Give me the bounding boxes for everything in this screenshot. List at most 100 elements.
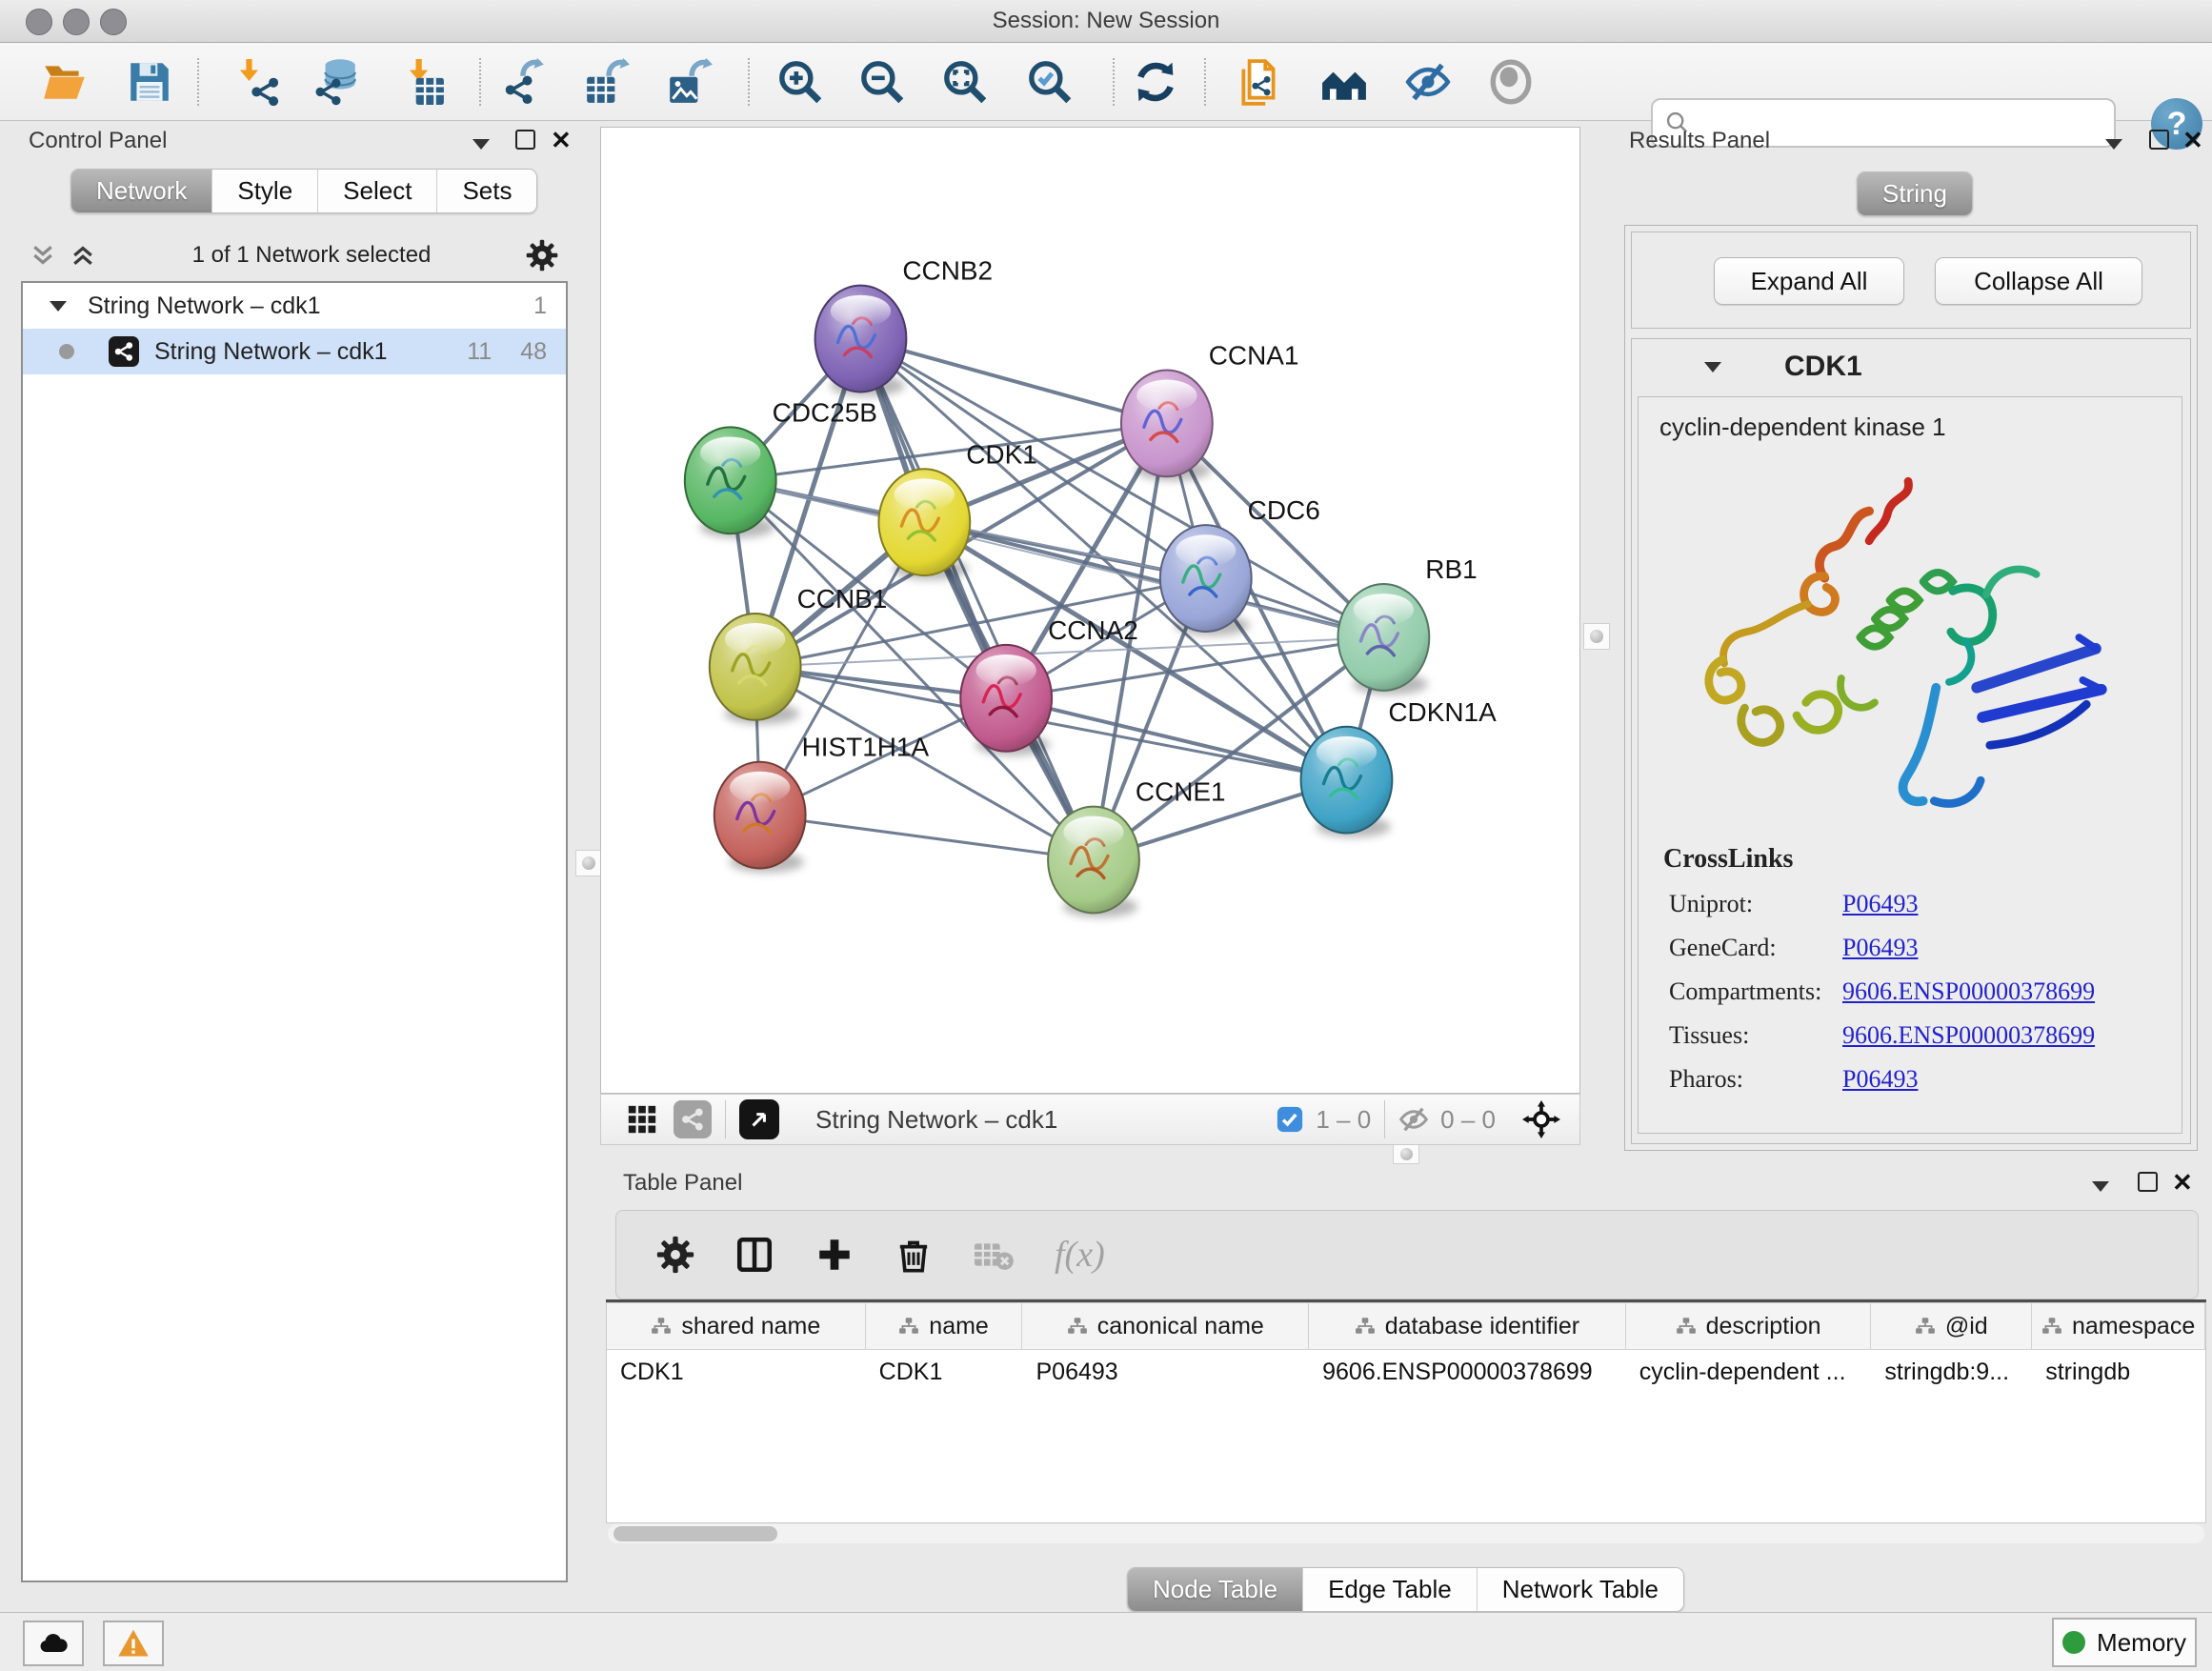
export-network-button[interactable] (498, 56, 552, 108)
function-builder-button[interactable]: f(x) (1055, 1234, 1105, 1276)
home-button[interactable] (1317, 56, 1371, 108)
crosslink-link[interactable]: P06493 (1842, 890, 1918, 918)
network-node-cdc6[interactable] (1160, 525, 1252, 635)
panel-menu-icon[interactable] (2105, 137, 2122, 154)
warning-button[interactable] (103, 1621, 164, 1666)
import-network-file-button[interactable] (231, 56, 284, 108)
tab-style[interactable]: Style (211, 170, 317, 212)
table-cell[interactable]: CDK1 (866, 1359, 1023, 1386)
network-graph[interactable]: CCNB2CCNA1CDC25BCDK1CDC6RB1CCNB1CCNA2CDK… (601, 128, 1579, 1093)
float-panel-icon[interactable] (2138, 1172, 2158, 1197)
column-header-namespace[interactable]: namespace (2032, 1303, 2205, 1349)
network-edge[interactable] (1006, 698, 1346, 780)
column-header-description[interactable]: description (1626, 1303, 1872, 1349)
open-session-button[interactable] (38, 56, 91, 108)
crosslink-link[interactable]: P06493 (1842, 1065, 1918, 1094)
network-node-cdk1[interactable] (878, 469, 970, 579)
network-node-ccne1[interactable] (1048, 807, 1139, 917)
network-node-ccnb1[interactable] (710, 614, 801, 724)
panel-menu-icon[interactable] (2092, 1179, 2109, 1197)
update-network-button[interactable] (1129, 56, 1182, 108)
selected-checkbox-icon[interactable] (1276, 1105, 1304, 1134)
bottom-splitter-handle[interactable] (1393, 1143, 1419, 1164)
table-cell[interactable]: CDK1 (607, 1359, 866, 1386)
column-header--id[interactable]: @id (1871, 1303, 2032, 1349)
collapse-all-button[interactable]: Collapse All (1935, 257, 2142, 305)
import-network-database-button[interactable] (311, 56, 364, 108)
tab-node-table[interactable]: Node Table (1128, 1568, 1302, 1611)
delete-column-icon[interactable] (895, 1236, 933, 1274)
tab-sets[interactable]: Sets (436, 170, 536, 212)
column-header-canonical-name[interactable]: canonical name (1022, 1303, 1309, 1349)
crosslink-link[interactable]: P06493 (1842, 934, 1918, 962)
table-row[interactable]: CDK1CDK1P064939606.ENSP00000378699cyclin… (607, 1350, 2205, 1394)
hidden-eye-icon[interactable] (1398, 1104, 1429, 1135)
close-panel-icon[interactable]: ✕ (551, 126, 572, 155)
show-all-button[interactable] (1484, 56, 1538, 108)
tab-network-table[interactable]: Network Table (1477, 1568, 1683, 1611)
gear-icon[interactable] (526, 239, 558, 272)
network-node-hist1h1a[interactable] (714, 762, 806, 873)
collection-expander-icon[interactable] (50, 301, 67, 312)
left-splitter-handle[interactable] (575, 850, 602, 876)
zoom-selected-button[interactable] (1023, 56, 1076, 108)
hide-selection-button[interactable] (1401, 56, 1455, 108)
tab-string[interactable]: String (1858, 172, 1972, 215)
table-cell[interactable]: stringdb:9... (1871, 1359, 2032, 1386)
column-header-database-identifier[interactable]: database identifier (1309, 1303, 1626, 1349)
network-node-ccnb2[interactable] (815, 286, 907, 396)
column-header-shared-name[interactable]: shared name (607, 1303, 866, 1349)
export-table-button[interactable] (580, 56, 633, 108)
show-columns-icon[interactable] (734, 1235, 774, 1275)
column-header-name[interactable]: name (866, 1303, 1023, 1349)
table-cell[interactable]: cyclin-dependent ... (1626, 1359, 1872, 1386)
table-cell[interactable]: stringdb (2032, 1359, 2205, 1386)
grid-view-icon[interactable] (626, 1103, 658, 1136)
network-row-selected[interactable]: String Network – cdk1 11 48 (23, 329, 566, 374)
tab-network[interactable]: Network (71, 170, 211, 212)
entry-expander-icon[interactable] (1704, 362, 1721, 372)
float-panel-icon[interactable] (515, 130, 535, 154)
network-node-cdc25b[interactable] (685, 427, 776, 537)
right-splitter-handle[interactable] (1583, 623, 1610, 650)
save-session-button[interactable] (123, 56, 176, 108)
expand-all-icon[interactable] (69, 241, 97, 270)
network-from-file-button[interactable] (1233, 56, 1286, 108)
close-panel-icon[interactable]: ✕ (2182, 126, 2203, 155)
add-column-icon[interactable] (814, 1235, 855, 1275)
birdseye-toggle-icon[interactable] (739, 1099, 779, 1139)
table-cell[interactable]: 9606.ENSP00000378699 (1309, 1359, 1626, 1386)
cloud-button[interactable] (23, 1621, 84, 1666)
network-edge[interactable] (760, 815, 1094, 860)
network-node-ccna2[interactable] (960, 645, 1052, 755)
import-table-button[interactable] (396, 56, 450, 108)
close-panel-icon[interactable]: ✕ (2172, 1168, 2193, 1198)
share-view-icon[interactable] (674, 1100, 712, 1138)
network-edge[interactable] (860, 339, 1094, 860)
network-node-rb1[interactable] (1337, 584, 1429, 695)
scrollbar-thumb[interactable] (613, 1526, 777, 1541)
network-collection-row[interactable]: String Network – cdk1 1 (23, 283, 566, 329)
network-node-ccna1[interactable] (1121, 370, 1213, 480)
network-canvas[interactable]: CCNB2CCNA1CDC25BCDK1CDC6RB1CCNB1CCNA2CDK… (600, 127, 1580, 1094)
tab-select[interactable]: Select (317, 170, 436, 212)
network-node-cdkn1a[interactable] (1301, 727, 1393, 837)
node-table[interactable]: shared namenamecanonical namedatabase id… (606, 1302, 2206, 1523)
zoom-out-button[interactable] (855, 56, 909, 108)
collapse-all-icon[interactable] (29, 241, 57, 270)
zoom-in-button[interactable] (774, 56, 827, 108)
table-settings-gear-icon[interactable] (656, 1236, 694, 1274)
crosslink-link[interactable]: 9606.ENSP00000378699 (1842, 977, 2095, 1006)
table-cell[interactable]: P06493 (1022, 1359, 1309, 1386)
expand-all-button[interactable]: Expand All (1714, 257, 1904, 305)
memory-button[interactable]: Memory (2052, 1618, 2197, 1667)
table-horizontal-scrollbar[interactable] (608, 1524, 2204, 1543)
crosslink-link[interactable]: 9606.ENSP00000378699 (1842, 1021, 2095, 1050)
float-panel-icon[interactable] (2149, 130, 2169, 154)
pan-crosshair-icon[interactable] (1522, 1100, 1560, 1138)
panel-menu-icon[interactable] (473, 137, 490, 154)
cdk1-entry-header[interactable]: CDK1 (1632, 339, 2190, 394)
export-image-button[interactable] (663, 56, 716, 108)
tab-edge-table[interactable]: Edge Table (1302, 1568, 1477, 1611)
zoom-fit-button[interactable] (938, 56, 992, 108)
